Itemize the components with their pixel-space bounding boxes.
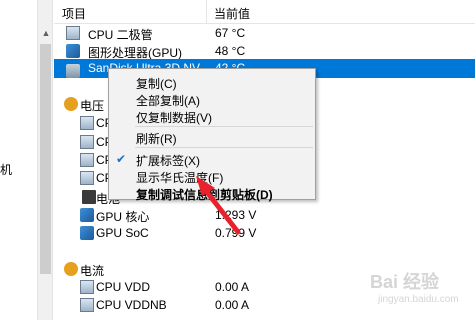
menu-item-copy-all[interactable]: 全部复制(A)	[136, 92, 200, 109]
item-name: GPU SoC	[96, 226, 149, 240]
list-item[interactable]: GPU 核心 1.293 V	[54, 206, 475, 225]
left-tree-pane: 机	[0, 0, 38, 320]
column-header-item[interactable]: 项目	[62, 5, 86, 22]
watermark-logo: Bai 经验 jingyan.baidu.com	[352, 268, 470, 316]
chip-icon	[66, 26, 80, 40]
gpu-icon	[80, 208, 94, 222]
gpu-icon	[66, 44, 80, 58]
voltage-group-icon	[64, 97, 78, 111]
menu-item-copy[interactable]: 复制(C)	[136, 75, 177, 92]
chip-icon	[80, 280, 94, 294]
item-value: 0.00 A	[215, 280, 250, 294]
list-item[interactable]: GPU SoC 0.799 V	[54, 224, 475, 243]
column-header-value[interactable]: 当前值	[214, 5, 250, 22]
item-value: 1.293 V	[215, 208, 257, 222]
item-value: 67 °C	[215, 26, 246, 40]
watermark-url: jingyan.baidu.com	[378, 294, 459, 305]
watermark-title: Bai 经验	[370, 272, 440, 292]
scroll-up-arrow-icon[interactable]: ▲	[38, 24, 54, 42]
item-name: CPU VDD	[96, 280, 151, 294]
chip-icon	[80, 171, 94, 185]
context-menu: 复制(C) 全部复制(A) 仅复制数据(V) 刷新(R) ✔ 扩展标签(X) 显…	[108, 68, 316, 203]
group-name: 电流	[80, 264, 105, 278]
item-name: GPU 核心	[96, 210, 150, 224]
column-divider[interactable]	[206, 0, 207, 24]
item-value: 48 °C	[215, 44, 246, 58]
item-value: 0.799 V	[215, 226, 257, 240]
checkmark-icon: ✔	[116, 152, 127, 166]
vertical-scrollbar[interactable]: ▲	[37, 0, 53, 320]
menu-item-expand-labels[interactable]: 扩展标签(X)	[136, 152, 200, 169]
list-item[interactable]: CPU 二极管 67 °C	[54, 24, 475, 43]
disk-icon	[66, 64, 80, 78]
gpu-icon	[80, 226, 94, 240]
group-name: 电压	[80, 99, 105, 113]
item-name: CPU VDDNB	[96, 298, 167, 312]
menu-separator	[135, 147, 313, 148]
list-header: 项目 当前值	[54, 0, 475, 24]
menu-item-copy-debug-info[interactable]: 复制调试信息到剪贴板(D)	[136, 186, 273, 203]
chip-icon	[80, 298, 94, 312]
chip-icon	[80, 135, 94, 149]
chip-icon	[80, 116, 94, 130]
menu-item-show-fahrenheit[interactable]: 显示华氏温度(F)	[136, 169, 223, 186]
chip-icon	[80, 153, 94, 167]
app-window: 机 ▲ 项目 当前值 CPU 二极管 67 °C 图形处理器(GPU) 48 °…	[0, 0, 475, 320]
menu-item-copy-data-only[interactable]: 仅复制数据(V)	[136, 109, 212, 126]
menu-separator	[135, 126, 313, 127]
scroll-thumb[interactable]	[40, 44, 51, 274]
menu-item-refresh[interactable]: 刷新(R)	[136, 130, 177, 147]
current-group-icon	[64, 262, 78, 276]
item-value: 0.00 A	[215, 298, 250, 312]
battery-icon	[82, 190, 96, 204]
item-name: CPU 二极管	[88, 28, 153, 42]
left-pane-text: 机	[0, 163, 13, 177]
